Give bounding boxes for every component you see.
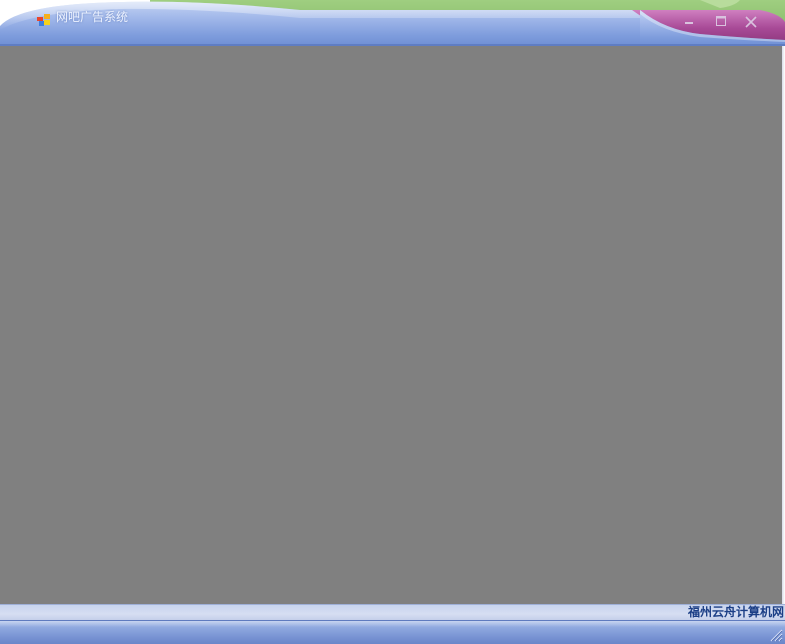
app-window: 网吧广告系统 福州云舟计算机网 [0,0,785,644]
bottom-bar [0,620,785,644]
close-icon [745,16,757,28]
close-button[interactable] [741,12,761,32]
bottom-bar-sheen [0,621,785,627]
windows-flag-icon [37,11,51,26]
main-content-area [0,46,782,604]
minimize-button[interactable] [679,12,699,32]
resize-grip-icon[interactable] [767,626,783,642]
window-title: 网吧广告系统 [56,10,129,24]
title-bar[interactable]: 网吧广告系统 [0,0,785,46]
maximize-button[interactable] [711,12,731,32]
maximize-icon [716,16,726,26]
company-name-label: 福州云舟计算机网 [687,605,784,619]
minimize-icon [685,22,693,24]
status-strip: 福州云舟计算机网 [0,604,785,620]
